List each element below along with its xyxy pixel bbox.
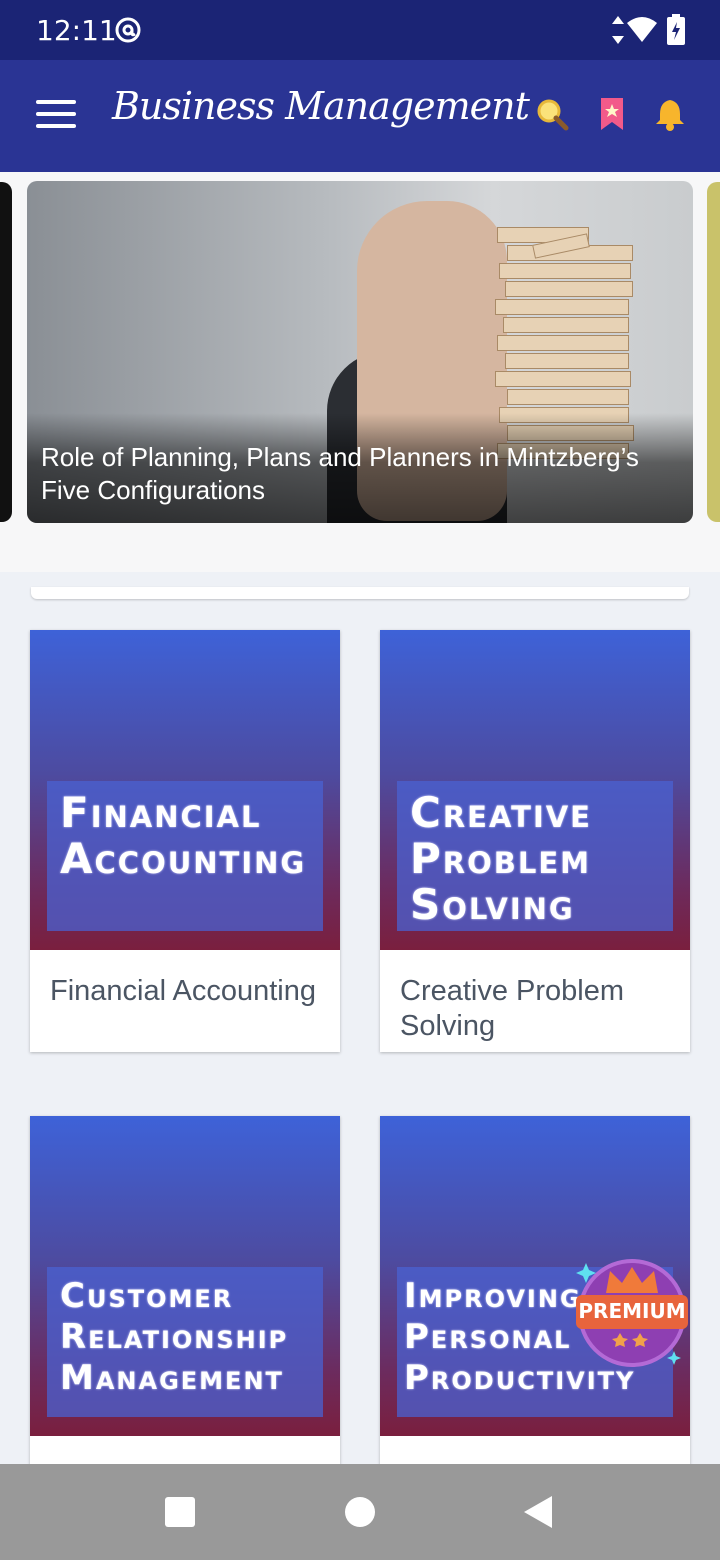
crown-icon [606,1267,658,1293]
course-cover-text: Customer Relationship Management [60,1276,289,1398]
search-icon[interactable] [534,96,570,132]
course-card[interactable]: Financial Accounting Financial Accountin… [30,630,340,1052]
featured-carousel[interactable]: Role of Planning, Plans and Planners in … [0,172,720,572]
course-title: Financial Accounting [50,975,316,1007]
nav-circle-icon[interactable] [344,1496,376,1528]
premium-badge[interactable]: PREMIUM [574,1255,690,1371]
app-bar: Business Management [0,60,720,172]
search-field[interactable] [31,587,689,599]
course-cover: Customer Relationship Management [30,1116,340,1436]
course-cover: Creative Problem Solving [380,630,690,950]
next-slide-peek[interactable] [707,182,720,522]
course-card[interactable]: Creative Problem Solving Creative Proble… [380,630,690,1052]
system-nav-bar [0,1464,720,1560]
course-title: Creative Problem Solving [400,975,625,1042]
bell-icon[interactable] [652,96,688,132]
nav-back-icon[interactable] [522,1495,554,1529]
at-icon [115,17,141,43]
bookmark-icon[interactable] [594,96,630,132]
course-cover-text: Creative Problem Solving [410,788,592,929]
wifi-icon [627,17,657,42]
app-title: Business Management [112,84,530,128]
prev-slide-peek[interactable] [0,182,12,522]
menu-icon[interactable] [36,100,76,132]
status-time: 12:11 [36,14,117,47]
data-arrows-icon [612,16,624,44]
course-cover: Financial Accounting [30,630,340,950]
nav-square-icon[interactable] [164,1496,196,1528]
slide-caption: Role of Planning, Plans and Planners in … [41,442,639,505]
featured-slide[interactable]: Role of Planning, Plans and Planners in … [27,181,693,523]
course-cover-text: Financial Accounting [60,788,307,883]
status-bar: 12:11 [0,0,720,60]
battery-icon [667,14,685,45]
premium-label: PREMIUM [578,1299,686,1323]
